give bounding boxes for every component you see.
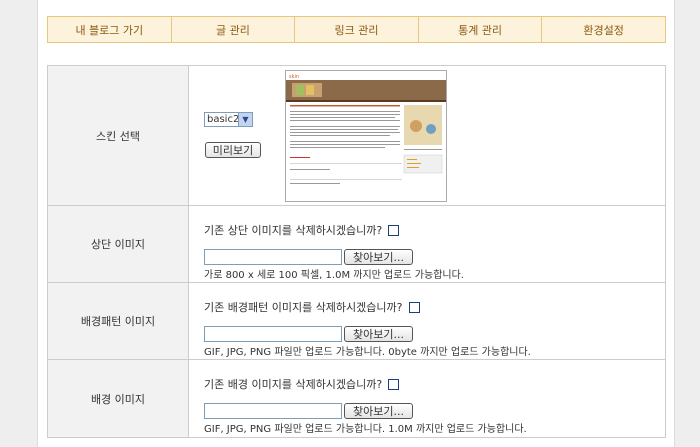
- chevron-down-icon[interactable]: ▼: [238, 113, 252, 126]
- bg-pattern-delete-text: 기존 배경패턴 이미지를 삭제하시겠습니까?: [204, 301, 403, 314]
- bg-pattern-row: 배경패턴 이미지 기존 배경패턴 이미지를 삭제하시겠습니까? 찾아보기... …: [47, 282, 666, 360]
- top-nav: 내 블로그 가기 글 관리 링크 관리 통계 관리 환경설정: [47, 16, 666, 43]
- top-image-browse-button[interactable]: 찾아보기...: [344, 249, 413, 265]
- bg-image-value: 기존 배경 이미지를 삭제하시겠습니까? 찾아보기... GIF, JPG, P…: [188, 359, 666, 438]
- skin-thumbnail: skin: [285, 70, 447, 202]
- top-image-file-input[interactable]: [204, 249, 342, 265]
- skin-label: 스킨 선택: [47, 65, 189, 206]
- skin-value: basic2 ▼ 미리보기 skin: [188, 65, 666, 206]
- tab-my-blog[interactable]: 내 블로그 가기: [48, 17, 171, 42]
- tab-link-management[interactable]: 링크 관리: [294, 17, 418, 42]
- skin-select-box[interactable]: basic2 ▼: [204, 112, 253, 127]
- bg-pattern-value: 기존 배경패턴 이미지를 삭제하시겠습니까? 찾아보기... GIF, JPG,…: [188, 282, 666, 360]
- top-image-label: 상단 이미지: [47, 205, 189, 283]
- bg-image-row: 배경 이미지 기존 배경 이미지를 삭제하시겠습니까? 찾아보기... GIF,…: [47, 359, 666, 438]
- skin-row: 스킨 선택 basic2 ▼ 미리보기 skin: [47, 65, 666, 206]
- bg-image-label: 배경 이미지: [47, 359, 189, 438]
- top-image-delete-question: 기존 상단 이미지를 삭제하시겠습니까?: [204, 222, 400, 238]
- bg-image-file-input[interactable]: [204, 403, 342, 419]
- bg-image-hint: GIF, JPG, PNG 파일만 업로드 가능합니다. 1.0M 까지만 업로…: [204, 424, 527, 435]
- top-image-value: 기존 상단 이미지를 삭제하시겠습니까? 찾아보기... 가로 800 x 세로…: [188, 205, 666, 283]
- skin-select[interactable]: basic2 ▼: [204, 112, 253, 127]
- bg-image-delete-text: 기존 배경 이미지를 삭제하시겠습니까?: [204, 378, 383, 391]
- top-image-row: 상단 이미지 기존 상단 이미지를 삭제하시겠습니까? 찾아보기... 가로 8…: [47, 205, 666, 283]
- skin-select-value: basic2: [207, 114, 240, 125]
- skin-thumbnail-image: skin: [286, 71, 446, 184]
- skin-thumbnail-header: skin: [289, 74, 299, 80]
- settings-table: 스킨 선택 basic2 ▼ 미리보기 skin 상단 이미지 기존 상단 이미…: [47, 65, 666, 438]
- top-image-hint: 가로 800 x 세로 100 픽셀, 1.0M 까지만 업로드 가능합니다.: [204, 270, 464, 281]
- bg-pattern-file-input[interactable]: [204, 326, 342, 342]
- bg-image-browse-button[interactable]: 찾아보기...: [344, 403, 413, 419]
- bg-pattern-hint: GIF, JPG, PNG 파일만 업로드 가능합니다. 0byte 까지만 업…: [204, 347, 531, 358]
- bg-pattern-delete-question: 기존 배경패턴 이미지를 삭제하시겠습니까?: [204, 299, 420, 315]
- top-image-delete-text: 기존 상단 이미지를 삭제하시겠습니까?: [204, 224, 383, 237]
- bg-image-delete-checkbox[interactable]: [388, 378, 400, 390]
- tab-post-management[interactable]: 글 관리: [170, 17, 295, 42]
- bg-pattern-delete-checkbox[interactable]: [408, 301, 420, 313]
- tab-statistics[interactable]: 통계 관리: [417, 17, 542, 42]
- tab-settings[interactable]: 환경설정: [541, 17, 665, 42]
- bg-image-delete-question: 기존 배경 이미지를 삭제하시겠습니까?: [204, 376, 400, 392]
- top-image-delete-checkbox[interactable]: [388, 224, 400, 236]
- bg-pattern-browse-button[interactable]: 찾아보기...: [344, 326, 413, 342]
- preview-button[interactable]: 미리보기: [205, 142, 261, 158]
- settings-panel: 내 블로그 가기 글 관리 링크 관리 통계 관리 환경설정 스킨 선택 bas…: [37, 0, 675, 447]
- bg-pattern-label: 배경패턴 이미지: [47, 282, 189, 360]
